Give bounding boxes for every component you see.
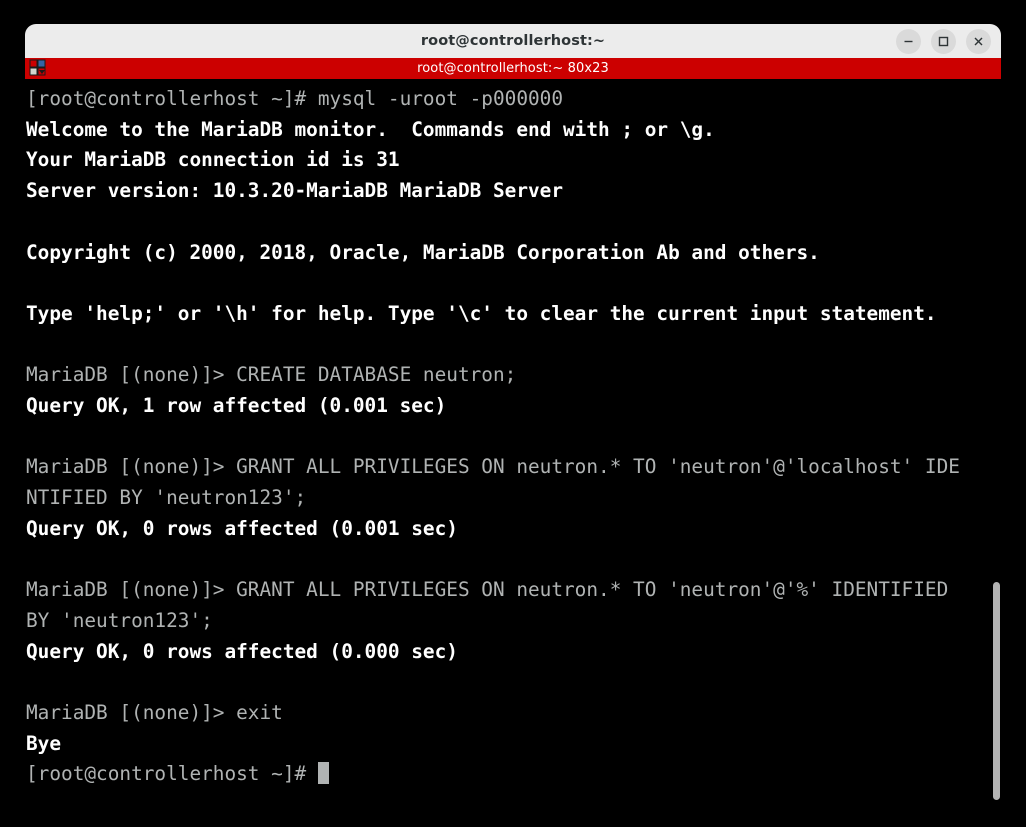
terminal-line: [root@controllerhost ~]# [26, 759, 960, 790]
terminal-line [26, 667, 960, 698]
window-title: root@controllerhost:~ [420, 33, 606, 49]
terminal-line: Query OK, 1 row affected (0.001 sec) [26, 391, 960, 422]
close-icon [972, 35, 985, 48]
window-controls [896, 24, 991, 58]
terminal-line-text: BY 'neutron123'; [26, 608, 213, 632]
terminal-line: Bye [26, 729, 960, 760]
vertical-scrollbar[interactable] [992, 79, 1000, 827]
terminal-line-text [26, 210, 38, 233]
terminal-line: MariaDB [(none)]> GRANT ALL PRIVILEGES O… [26, 575, 960, 606]
terminal-line: Query OK, 0 rows affected (0.000 sec) [26, 637, 960, 668]
terminal-line: Server version: 10.3.20-MariaDB MariaDB … [26, 176, 960, 207]
window-titlebar[interactable]: root@controllerhost:~ [25, 24, 1001, 58]
terminal-line: Type 'help;' or '\h' for help. Type '\c'… [26, 299, 960, 330]
terminal-line-text: [root@controllerhost ~]# mysql -uroot -p… [26, 87, 564, 110]
minimize-icon [902, 35, 915, 48]
terminal-line: MariaDB [(none)]> GRANT ALL PRIVILEGES O… [26, 452, 960, 483]
terminal-line-text: MariaDB [(none)]> GRANT ALL PRIVILEGES O… [26, 578, 949, 602]
terminal-line-text: Query OK, 0 rows affected (0.000 sec) [26, 639, 458, 663]
terminal-line-text: MariaDB [(none)]> CREATE DATABASE neutro… [26, 363, 517, 387]
terminal-line: Copyright (c) 2000, 2018, Oracle, MariaD… [26, 238, 960, 269]
terminal-line-text: NTIFIED BY 'neutron123'; [26, 486, 307, 510]
terminal-line: NTIFIED BY 'neutron123'; [26, 483, 960, 514]
new-tab-dropdown-icon[interactable] [29, 59, 48, 78]
terminal-line-text: Server version: 10.3.20-MariaDB MariaDB … [26, 179, 564, 203]
terminal-output: [root@controllerhost ~]# mysql -uroot -p… [26, 84, 960, 790]
terminal-cursor [317, 762, 330, 785]
terminal-line-text: MariaDB [(none)]> exit [26, 701, 283, 725]
terminal-line-text [26, 425, 38, 448]
terminal-line-text: Bye [26, 731, 62, 755]
terminal-line-text: Query OK, 0 rows affected (0.001 sec) [26, 516, 458, 540]
terminal-tab[interactable]: root@controllerhost:~ 80x23 [417, 61, 609, 76]
terminal-line: MariaDB [(none)]> CREATE DATABASE neutro… [26, 360, 960, 391]
minimize-button[interactable] [896, 28, 921, 54]
terminal-line: [root@controllerhost ~]# mysql -uroot -p… [26, 84, 960, 115]
terminal-line-text [26, 548, 38, 571]
terminal-line-text [26, 333, 38, 356]
tab-bar: root@controllerhost:~ 80x23 [25, 58, 1001, 79]
terminal-line-text: Your MariaDB connection id is 31 [26, 148, 400, 172]
terminal-line-text [26, 271, 38, 294]
terminal-line [26, 207, 960, 238]
maximize-button[interactable] [931, 28, 956, 54]
terminal-line: Your MariaDB connection id is 31 [26, 145, 960, 176]
terminal-line-text [26, 670, 38, 693]
terminal-line [26, 545, 960, 576]
terminal-line [26, 268, 960, 299]
terminal-content[interactable]: [root@controllerhost ~]# mysql -uroot -p… [0, 79, 1026, 827]
scrollbar-thumb[interactable] [993, 582, 1000, 800]
terminal-line: MariaDB [(none)]> exit [26, 698, 960, 729]
terminal-line-text: Copyright (c) 2000, 2018, Oracle, MariaD… [26, 240, 820, 264]
screen: root@controllerhost:~ root@controllerhos… [0, 0, 1026, 827]
terminal-line-text: Query OK, 1 row affected (0.001 sec) [26, 394, 447, 418]
terminal-line [26, 330, 960, 361]
close-button[interactable] [966, 28, 991, 54]
terminal-line: Welcome to the MariaDB monitor. Commands… [26, 115, 960, 146]
terminal-line-text: [root@controllerhost ~]# [26, 762, 318, 786]
terminal-line: BY 'neutron123'; [26, 606, 960, 637]
maximize-icon [937, 35, 950, 48]
terminal-line-text: Welcome to the MariaDB monitor. Commands… [26, 117, 715, 141]
terminal-line [26, 422, 960, 453]
terminal-line: Query OK, 0 rows affected (0.001 sec) [26, 514, 960, 545]
terminal-line-text: MariaDB [(none)]> GRANT ALL PRIVILEGES O… [26, 455, 960, 479]
terminal-line-text: Type 'help;' or '\h' for help. Type '\c'… [26, 301, 937, 325]
